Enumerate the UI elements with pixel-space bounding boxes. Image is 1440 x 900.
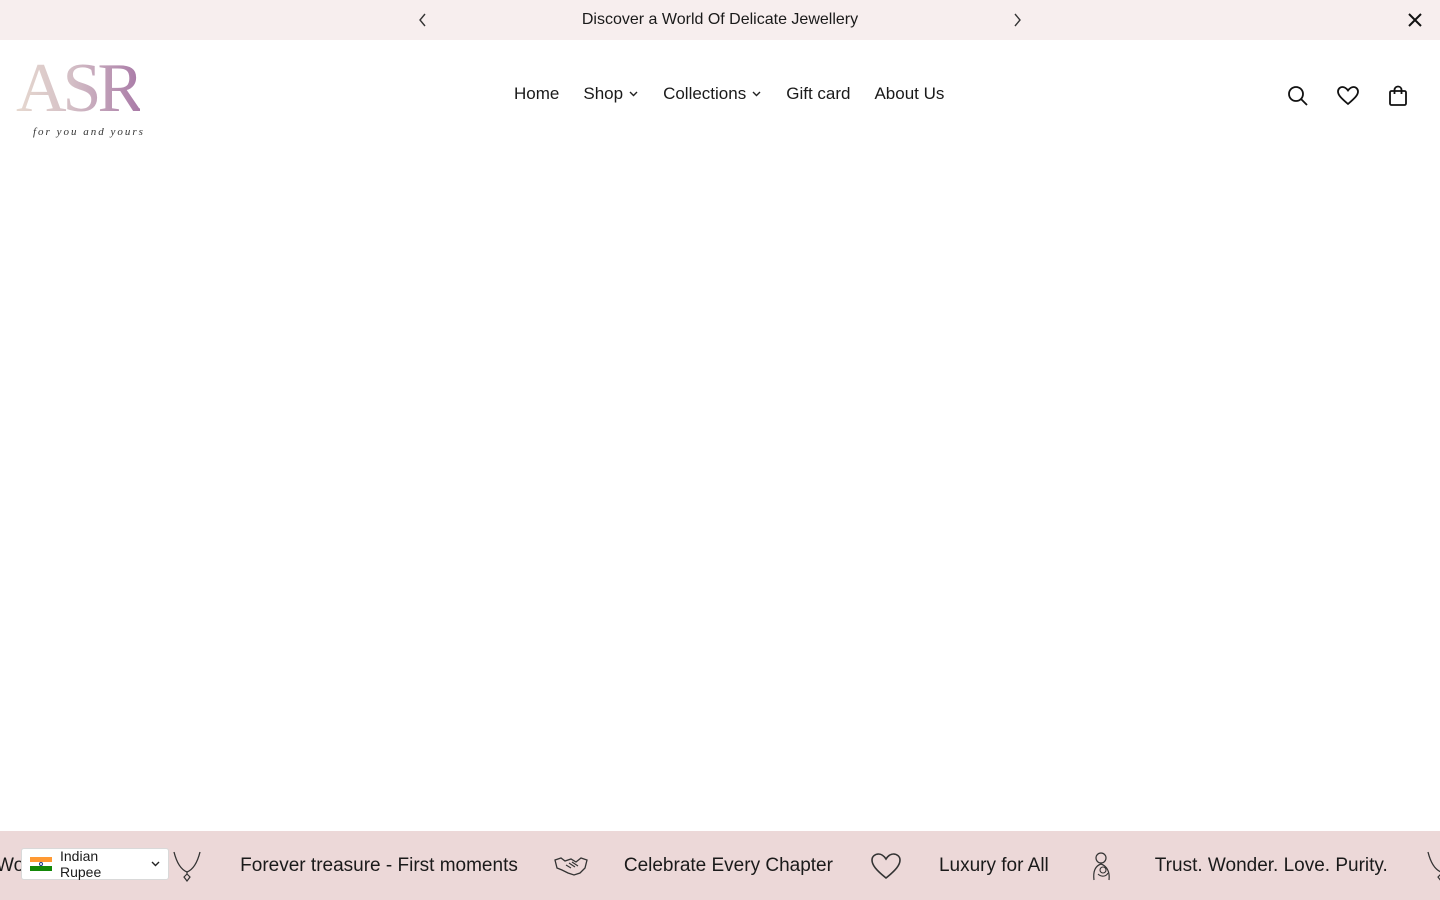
announcement-close-button[interactable]: [1400, 5, 1430, 35]
feature-marquee: Wo Forever treasure - First moments Cele…: [0, 831, 1440, 900]
nav-item-collections[interactable]: Collections: [663, 84, 762, 104]
currency-selector[interactable]: Indian Rupee: [21, 848, 169, 880]
necklace-icon: [170, 849, 204, 883]
nav-item-label: Collections: [663, 84, 747, 103]
nav-item-label: Home: [514, 84, 560, 103]
marquee-track: Wo Forever treasure - First moments Cele…: [0, 831, 1440, 900]
main-nav: Home Shop Collections Gift card About Us: [514, 84, 944, 104]
announcement-message: Discover a World Of Delicate Jewellery: [581, 11, 859, 28]
marquee-item: Celebrate Every Chapter: [518, 849, 833, 883]
heart-icon: [869, 849, 903, 883]
chevron-down-icon: [752, 89, 762, 99]
heart-icon: [1337, 86, 1359, 106]
header-actions: [1286, 84, 1410, 108]
announcement-prev-button[interactable]: [408, 5, 438, 35]
logo-tagline: for you and yours: [33, 126, 145, 138]
handshake-icon: [554, 849, 588, 883]
wishlist-button[interactable]: [1336, 84, 1360, 108]
search-icon: [1288, 86, 1308, 106]
chevron-right-icon: [1014, 13, 1021, 27]
brand-logo[interactable]: ASR for you and yours: [16, 54, 156, 146]
chevron-down-icon: [151, 861, 160, 867]
india-flag-icon: [30, 857, 52, 872]
currency-label: Indian Rupee: [60, 848, 102, 880]
marquee-item: Forever treasure - First moments: [134, 849, 518, 883]
announcement-next-button[interactable]: [1002, 5, 1032, 35]
nav-item-label: Shop: [583, 84, 624, 103]
marquee-item: Fo: [1388, 849, 1440, 883]
nav-item-shop[interactable]: Shop: [583, 84, 639, 104]
marquee-item: Trust. Wonder. Love. Purity.: [1049, 849, 1388, 883]
marquee-text: Trust. Wonder. Love. Purity.: [1154, 854, 1388, 876]
nav-item-label: About Us: [874, 84, 945, 103]
bag-icon: [1389, 85, 1407, 106]
announcement-bar: Discover a World Of Delicate Jewellery: [0, 0, 1440, 40]
chevron-left-icon: [419, 13, 426, 27]
necklace-icon: [1424, 849, 1440, 883]
close-icon: [1408, 13, 1422, 27]
chevron-down-icon: [629, 89, 639, 99]
marquee-text: Celebrate Every Chapter: [623, 854, 833, 876]
marquee-item: Luxury for All: [833, 849, 1049, 883]
nav-item-about-us[interactable]: About Us: [874, 84, 944, 104]
marquee-text: Luxury for All: [938, 854, 1049, 876]
logo-mark: ASR: [16, 50, 144, 127]
nav-item-gift-card[interactable]: Gift card: [786, 84, 850, 104]
mother-child-icon: [1085, 849, 1119, 883]
search-button[interactable]: [1286, 84, 1310, 108]
cart-button[interactable]: [1386, 84, 1410, 108]
nav-item-home[interactable]: Home: [514, 84, 559, 104]
site-header: ASR for you and yours Home Shop Collecti…: [0, 40, 1440, 156]
marquee-text: Forever treasure - First moments: [240, 854, 518, 876]
nav-item-label: Gift card: [786, 84, 851, 103]
